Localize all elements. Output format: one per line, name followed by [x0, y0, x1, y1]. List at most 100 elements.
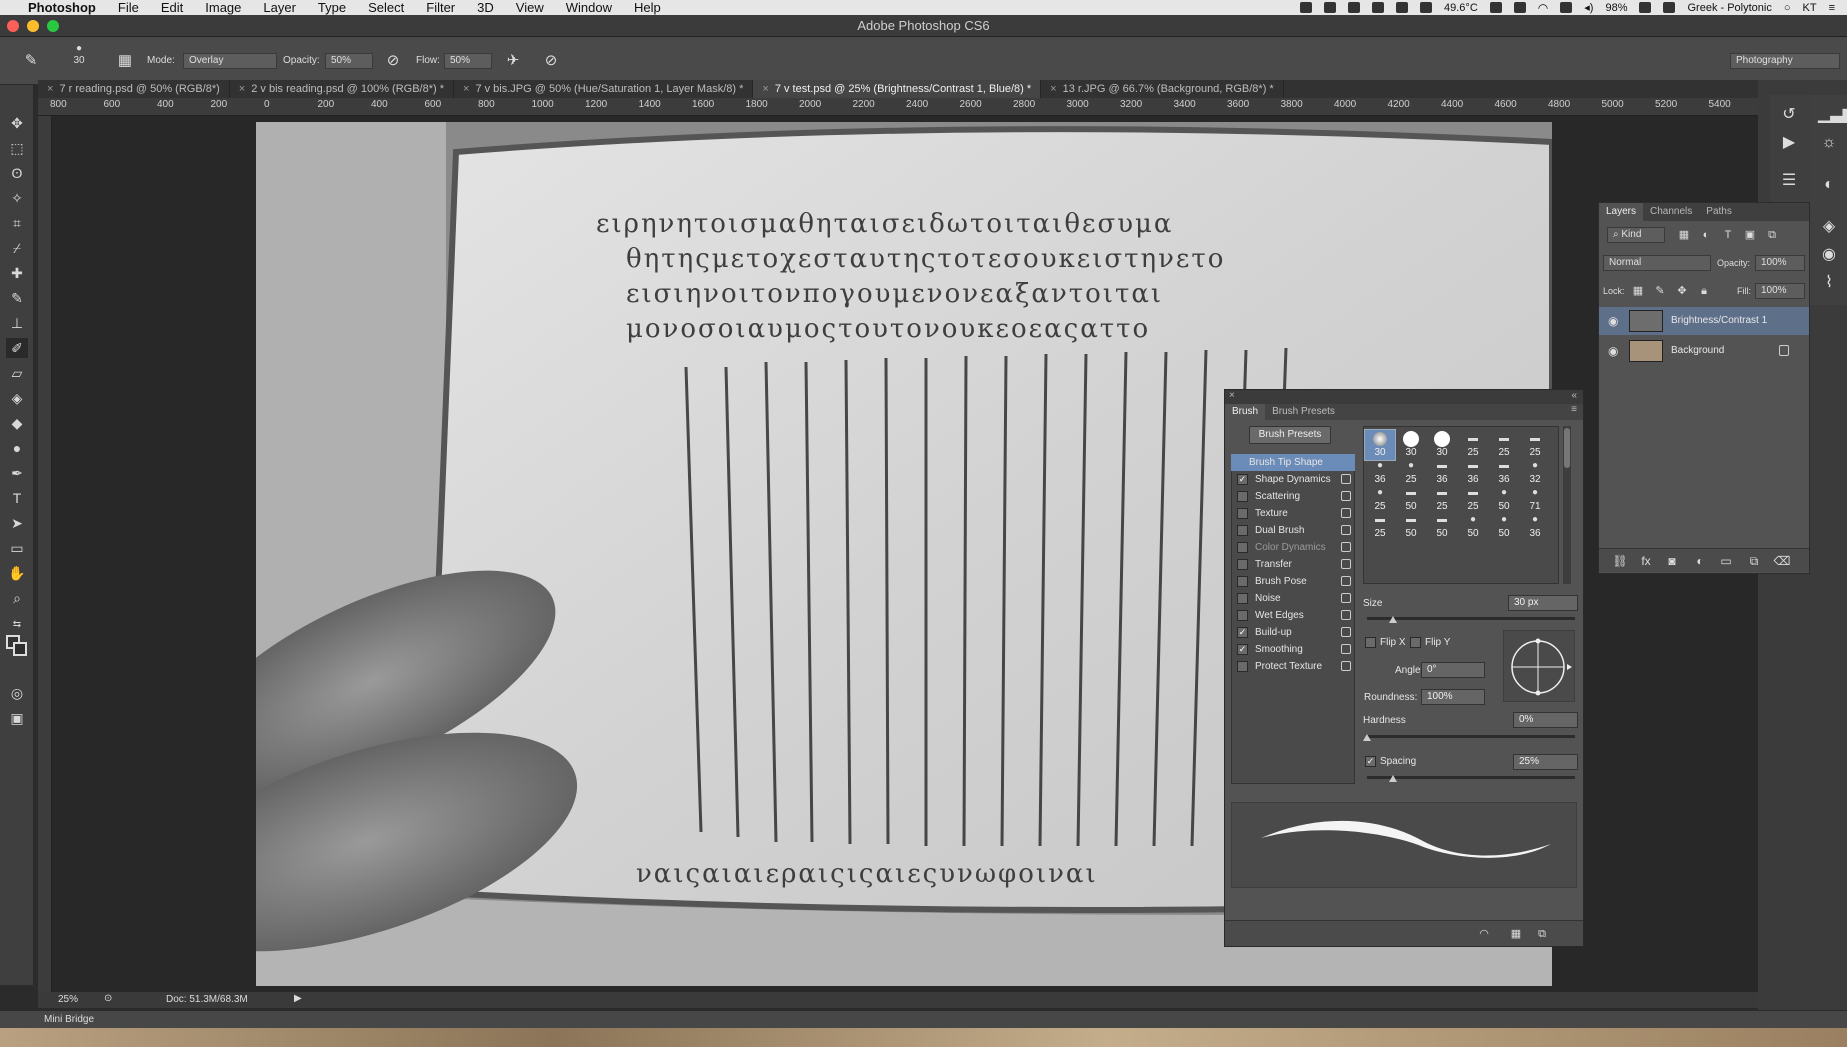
status-info-icon[interactable]: ⊙ [104, 993, 112, 1004]
brush-option-item[interactable]: Noise [1231, 590, 1355, 607]
brush-option-item[interactable]: ✓ Shape Dynamics [1231, 471, 1355, 488]
option-checkbox[interactable] [1237, 525, 1248, 536]
swap-colors-icon[interactable]: ⇆ [6, 615, 28, 635]
doc-size[interactable]: Doc: 51.3M/68.3M [166, 994, 248, 1005]
move-tool-icon[interactable]: ✥ [6, 113, 28, 133]
color-swatches[interactable] [6, 635, 28, 656]
status-icon[interactable] [1372, 2, 1385, 13]
option-checkbox[interactable] [1237, 593, 1248, 604]
pressure-size-icon[interactable]: ⊘ [540, 50, 562, 72]
option-checkbox[interactable]: ✓ [1237, 627, 1248, 638]
properties-panel-icon[interactable]: ☰ [1778, 171, 1800, 191]
visibility-eye-icon[interactable]: ◉ [1608, 345, 1618, 357]
location-icon[interactable] [1420, 2, 1433, 13]
marquee-tool-icon[interactable]: ⬚ [6, 138, 28, 158]
link-layers-icon[interactable]: ⛓ [1609, 550, 1631, 572]
new-adjustment-icon[interactable]: ◐ [1689, 550, 1711, 572]
brush-preset-picker[interactable]: ● 30 [68, 43, 90, 66]
option-lock-icon[interactable] [1341, 610, 1351, 620]
hardness-field[interactable]: 0% [1513, 712, 1578, 728]
clone-stamp-tool-icon[interactable]: ⊥ [6, 313, 28, 333]
brush-tip-preset[interactable]: ▬ 36 [1489, 457, 1519, 487]
grid-view-icon[interactable]: ▦ [1505, 923, 1527, 945]
brush-option-item[interactable]: Color Dynamics [1231, 539, 1355, 556]
menu-view[interactable]: View [516, 0, 544, 15]
brush-tip-preset[interactable]: ● 25 [1396, 457, 1426, 487]
screen-mode-icon[interactable]: ▣ [6, 708, 28, 728]
size-slider[interactable] [1367, 617, 1575, 620]
brush-tip-preset[interactable]: ▬ 50 [1427, 511, 1457, 541]
menu-filter[interactable]: Filter [426, 0, 455, 15]
tab-document-5[interactable]: × 13 r.JPG @ 66.7% (Background, RGB/8*) * [1041, 80, 1284, 98]
brush-option-item[interactable]: ✓ Build-up [1231, 624, 1355, 641]
option-lock-icon[interactable] [1341, 525, 1351, 535]
close-window-icon[interactable] [7, 20, 19, 32]
brush-option-item[interactable]: Scattering [1231, 488, 1355, 505]
close-tab-icon[interactable]: × [762, 83, 768, 95]
hardness-slider-knob[interactable] [1363, 734, 1371, 741]
shape-tool-icon[interactable]: ▭ [6, 538, 28, 558]
vertical-ruler[interactable] [38, 116, 52, 996]
lock-position-icon[interactable]: ✥ [1671, 280, 1693, 302]
battery-percent[interactable]: 98% [1605, 2, 1627, 14]
blur-tool-icon[interactable]: ◆ [6, 413, 28, 433]
option-lock-icon[interactable] [1341, 508, 1351, 518]
flip-y-checkbox[interactable] [1410, 637, 1421, 648]
option-lock-icon[interactable] [1341, 644, 1351, 654]
brush-tip-preset[interactable]: 30 [1427, 430, 1457, 460]
time-machine-icon[interactable] [1489, 2, 1502, 13]
size-field[interactable]: 30 px [1508, 595, 1578, 611]
minimize-window-icon[interactable] [27, 20, 39, 32]
layer-opacity-field[interactable]: 100% [1755, 255, 1805, 271]
brush-tool-icon[interactable]: ✎ [6, 288, 28, 308]
option-checkbox[interactable] [1237, 661, 1248, 672]
scroll-thumb[interactable] [1564, 428, 1570, 468]
mode-select[interactable]: Overlay [183, 53, 277, 69]
option-lock-icon[interactable] [1341, 593, 1351, 603]
tab-layers[interactable]: Layers [1599, 203, 1644, 221]
brush-tip-preset[interactable]: 30 [1396, 430, 1426, 460]
brush-option-item[interactable]: Wet Edges [1231, 607, 1355, 624]
toggle-live-tip-icon[interactable]: ◠ [1473, 923, 1495, 945]
opacity-field[interactable]: 50% [325, 53, 373, 69]
airbrush-icon[interactable]: ✈ [502, 50, 524, 72]
horizontal-ruler[interactable]: 800 600 400 200 0 200 400 600 800 1000 1200 1400 160… [38, 98, 1838, 116]
brush-tip-preset[interactable]: ▬ 50 [1396, 511, 1426, 541]
tab-document-2[interactable]: × 2 v bis reading.psd @ 100% (RGB/8*) * [230, 80, 454, 98]
option-lock-icon[interactable] [1341, 491, 1351, 501]
visibility-eye-icon[interactable]: ◉ [1608, 315, 1618, 327]
pressure-opacity-icon[interactable]: ⊘ [382, 50, 404, 72]
delete-layer-icon[interactable]: ⌫ [1771, 550, 1793, 572]
battery-icon[interactable] [1639, 2, 1652, 13]
pen-tool-icon[interactable]: ✒ [6, 463, 28, 483]
volume-icon[interactable]: ◂) [1584, 1, 1593, 14]
spacing-slider-knob[interactable] [1389, 775, 1397, 782]
lock-all-icon[interactable]: 🔒︎ [1693, 280, 1715, 302]
tab-brush-presets[interactable]: Brush Presets [1265, 404, 1342, 420]
spacing-slider[interactable] [1367, 776, 1575, 779]
status-icon[interactable] [1300, 2, 1313, 13]
lock-transparent-icon[interactable]: ▦ [1627, 280, 1649, 302]
brush-option-item[interactable]: Texture [1231, 505, 1355, 522]
brush-tip-preset[interactable]: ● 71 [1520, 484, 1550, 514]
brush-tip-preset[interactable]: ● 36 [1520, 511, 1550, 541]
tip-grid-scrollbar[interactable] [1563, 426, 1571, 584]
quick-mask-icon[interactable]: ◎ [6, 683, 28, 703]
brush-tip-shape-item[interactable]: Brush Tip Shape [1231, 454, 1355, 471]
dodge-tool-icon[interactable]: ● [6, 438, 28, 458]
status-menu-arrow-icon[interactable]: ▶ [294, 993, 302, 1004]
brush-tip-preset[interactable]: ▬ 50 [1396, 484, 1426, 514]
airplay-icon[interactable] [1560, 2, 1573, 13]
spacing-checkbox[interactable]: ✓ [1365, 756, 1376, 767]
roundness-field[interactable]: 100% [1421, 689, 1485, 705]
paths-panel-icon[interactable]: ⌇ [1818, 273, 1840, 293]
option-lock-icon[interactable] [1341, 474, 1351, 484]
menu-3d[interactable]: 3D [477, 0, 494, 15]
adjustments-panel-icon[interactable]: ☼ [1818, 133, 1840, 153]
history-brush-tool-icon[interactable]: ✐ [6, 338, 28, 358]
brush-tip-preset[interactable]: ▬ 25 [1427, 484, 1457, 514]
dropbox-icon[interactable] [1396, 2, 1409, 13]
menu-layer[interactable]: Layer [263, 0, 296, 15]
brush-panel-toggle-icon[interactable]: ▦ [114, 50, 136, 72]
panel-menu-icon[interactable]: ≡ [1571, 404, 1583, 420]
